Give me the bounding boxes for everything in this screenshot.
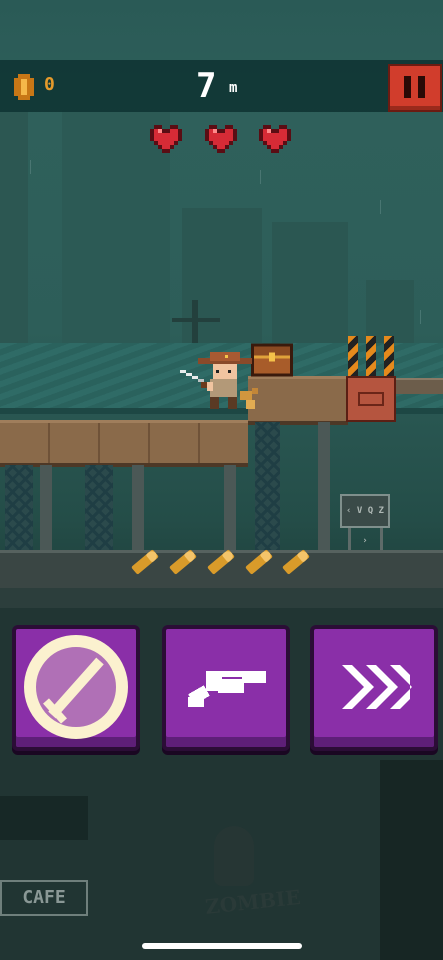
sword-ability-button[interactable] xyxy=(12,625,140,751)
gun-ability-button[interactable] xyxy=(162,625,290,751)
rooftop-antenna xyxy=(192,300,198,345)
background-building xyxy=(0,110,28,345)
distance-value: 7 xyxy=(196,66,218,106)
hazard-post xyxy=(384,336,394,376)
pause-icon xyxy=(404,76,411,98)
fast-forward-icon xyxy=(342,665,412,709)
coin-icon xyxy=(14,74,34,100)
home-indicator[interactable] xyxy=(142,943,302,949)
heart-icon xyxy=(150,125,182,153)
right-building xyxy=(380,760,443,960)
rooftop-antenna xyxy=(172,318,220,322)
support-pillar xyxy=(318,422,330,550)
heart-icon xyxy=(259,125,291,153)
coin-count: 0 xyxy=(44,74,55,95)
steel-beam xyxy=(396,378,443,394)
revolver-icon xyxy=(188,671,266,707)
dark-panel xyxy=(0,796,88,840)
wall-stripe xyxy=(0,588,443,608)
hazard-post xyxy=(348,336,358,376)
hazard-post xyxy=(366,336,376,376)
support-pillar xyxy=(224,465,236,550)
heart-icon xyxy=(205,125,237,153)
player-character xyxy=(180,352,258,409)
background-building xyxy=(272,222,348,345)
street-sign-text: ‹ V Q Z › xyxy=(346,506,384,546)
sword-icon xyxy=(24,635,128,739)
rust-crate xyxy=(346,376,396,422)
sign-pole xyxy=(380,528,383,550)
zombie-graffiti xyxy=(214,826,254,886)
scaffold xyxy=(255,422,280,550)
game-screen: 0 7 m ‹ V Q Z › CAFE ZOMBIE xyxy=(0,0,443,960)
cafe-sign: CAFE xyxy=(0,880,88,916)
sign-pole xyxy=(348,528,351,550)
distance-unit: m xyxy=(229,80,238,96)
top-hud-bar xyxy=(0,60,443,112)
street-sign: ‹ V Q Z › xyxy=(340,494,390,546)
support-pillar xyxy=(132,465,144,550)
main-platform xyxy=(0,420,248,467)
scaffold xyxy=(85,465,113,550)
pause-icon xyxy=(418,76,425,98)
scaffold xyxy=(5,465,33,550)
support-pillar xyxy=(40,465,52,550)
pause-button[interactable] xyxy=(388,64,442,112)
dash-ability-button[interactable] xyxy=(310,625,438,751)
cafe-sign-text: CAFE xyxy=(22,887,66,908)
